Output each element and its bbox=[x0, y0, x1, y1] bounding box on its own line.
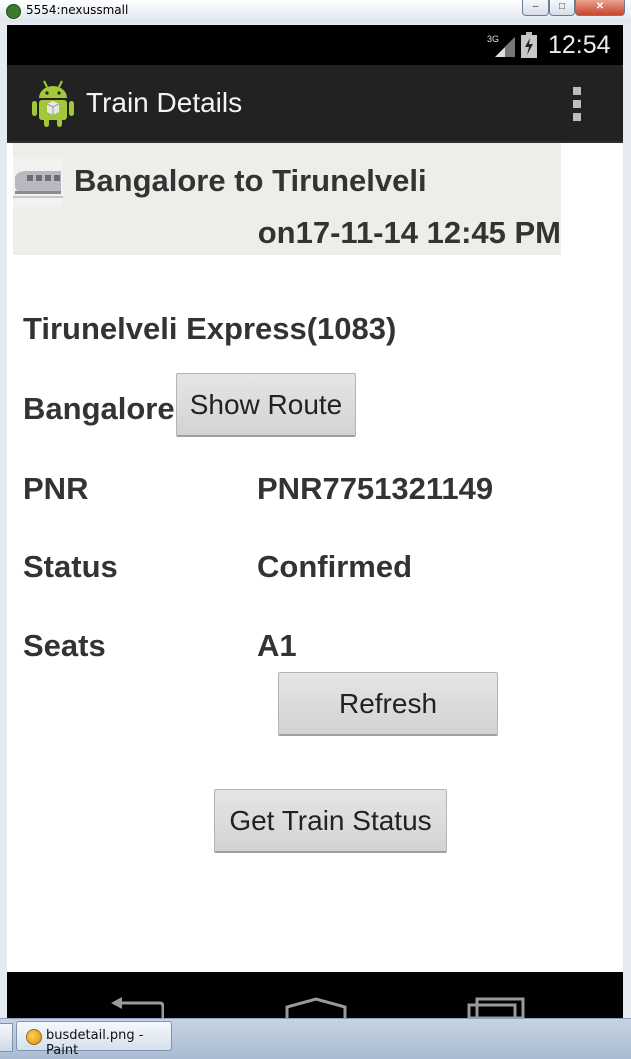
screen-title: Train Details bbox=[86, 87, 243, 118]
maximize-button[interactable]: □ bbox=[549, 0, 575, 16]
window-title: 5554:nexussmall bbox=[26, 3, 129, 17]
status-bar: 3G 12:54 bbox=[7, 25, 623, 65]
battery-charging-icon bbox=[521, 32, 537, 58]
taskbar-item-label: busdetail.png - Paint bbox=[46, 1028, 144, 1058]
overflow-menu-icon[interactable] bbox=[573, 87, 583, 121]
taskbar-item-paint[interactable]: busdetail.png - Paint bbox=[16, 1021, 172, 1058]
android-screen: 3G 12:54 Train Details Bangalore to Tiru… bbox=[7, 25, 623, 1018]
seats-value: A1 bbox=[257, 628, 297, 663]
recent-apps-icon[interactable] bbox=[467, 997, 525, 1018]
android-robot-icon[interactable] bbox=[30, 78, 76, 128]
seats-label: Seats bbox=[23, 628, 106, 663]
status-clock: 12:54 bbox=[548, 31, 611, 59]
train-name: Tirunelveli Express(1083) bbox=[23, 311, 397, 346]
minimize-button[interactable]: – bbox=[522, 0, 549, 16]
emulator-app-icon bbox=[6, 4, 21, 19]
home-icon[interactable] bbox=[285, 997, 347, 1018]
pnr-label: PNR bbox=[23, 471, 89, 506]
status-value: Confirmed bbox=[257, 549, 412, 584]
signal-3g-icon: 3G bbox=[487, 34, 515, 57]
windows-taskbar: busdetail.png - Paint bbox=[0, 1018, 631, 1059]
train-icon bbox=[13, 157, 63, 207]
refresh-button[interactable]: Refresh bbox=[278, 672, 498, 736]
origin-station: Bangalore bbox=[23, 391, 175, 426]
show-route-button[interactable]: Show Route bbox=[176, 373, 356, 437]
action-bar: Train Details bbox=[7, 65, 623, 143]
network-type: 3G bbox=[487, 34, 499, 44]
taskbar-button-stub[interactable] bbox=[0, 1023, 13, 1052]
close-button[interactable]: ✕ bbox=[575, 0, 625, 16]
paint-icon bbox=[26, 1029, 42, 1045]
journey-route: Bangalore to Tirunelveli bbox=[74, 163, 427, 198]
journey-header: Bangalore to Tirunelveli on17-11-14 12:4… bbox=[13, 143, 561, 255]
status-label: Status bbox=[23, 549, 118, 584]
pnr-value: PNR7751321149 bbox=[257, 471, 494, 506]
back-icon[interactable] bbox=[108, 997, 164, 1018]
window-titlebar: 5554:nexussmall – □ ✕ bbox=[0, 0, 631, 23]
navigation-bar bbox=[7, 972, 623, 1018]
journey-date: on17-11-14 12:45 PM bbox=[257, 215, 561, 250]
get-train-status-button[interactable]: Get Train Status bbox=[214, 789, 447, 853]
